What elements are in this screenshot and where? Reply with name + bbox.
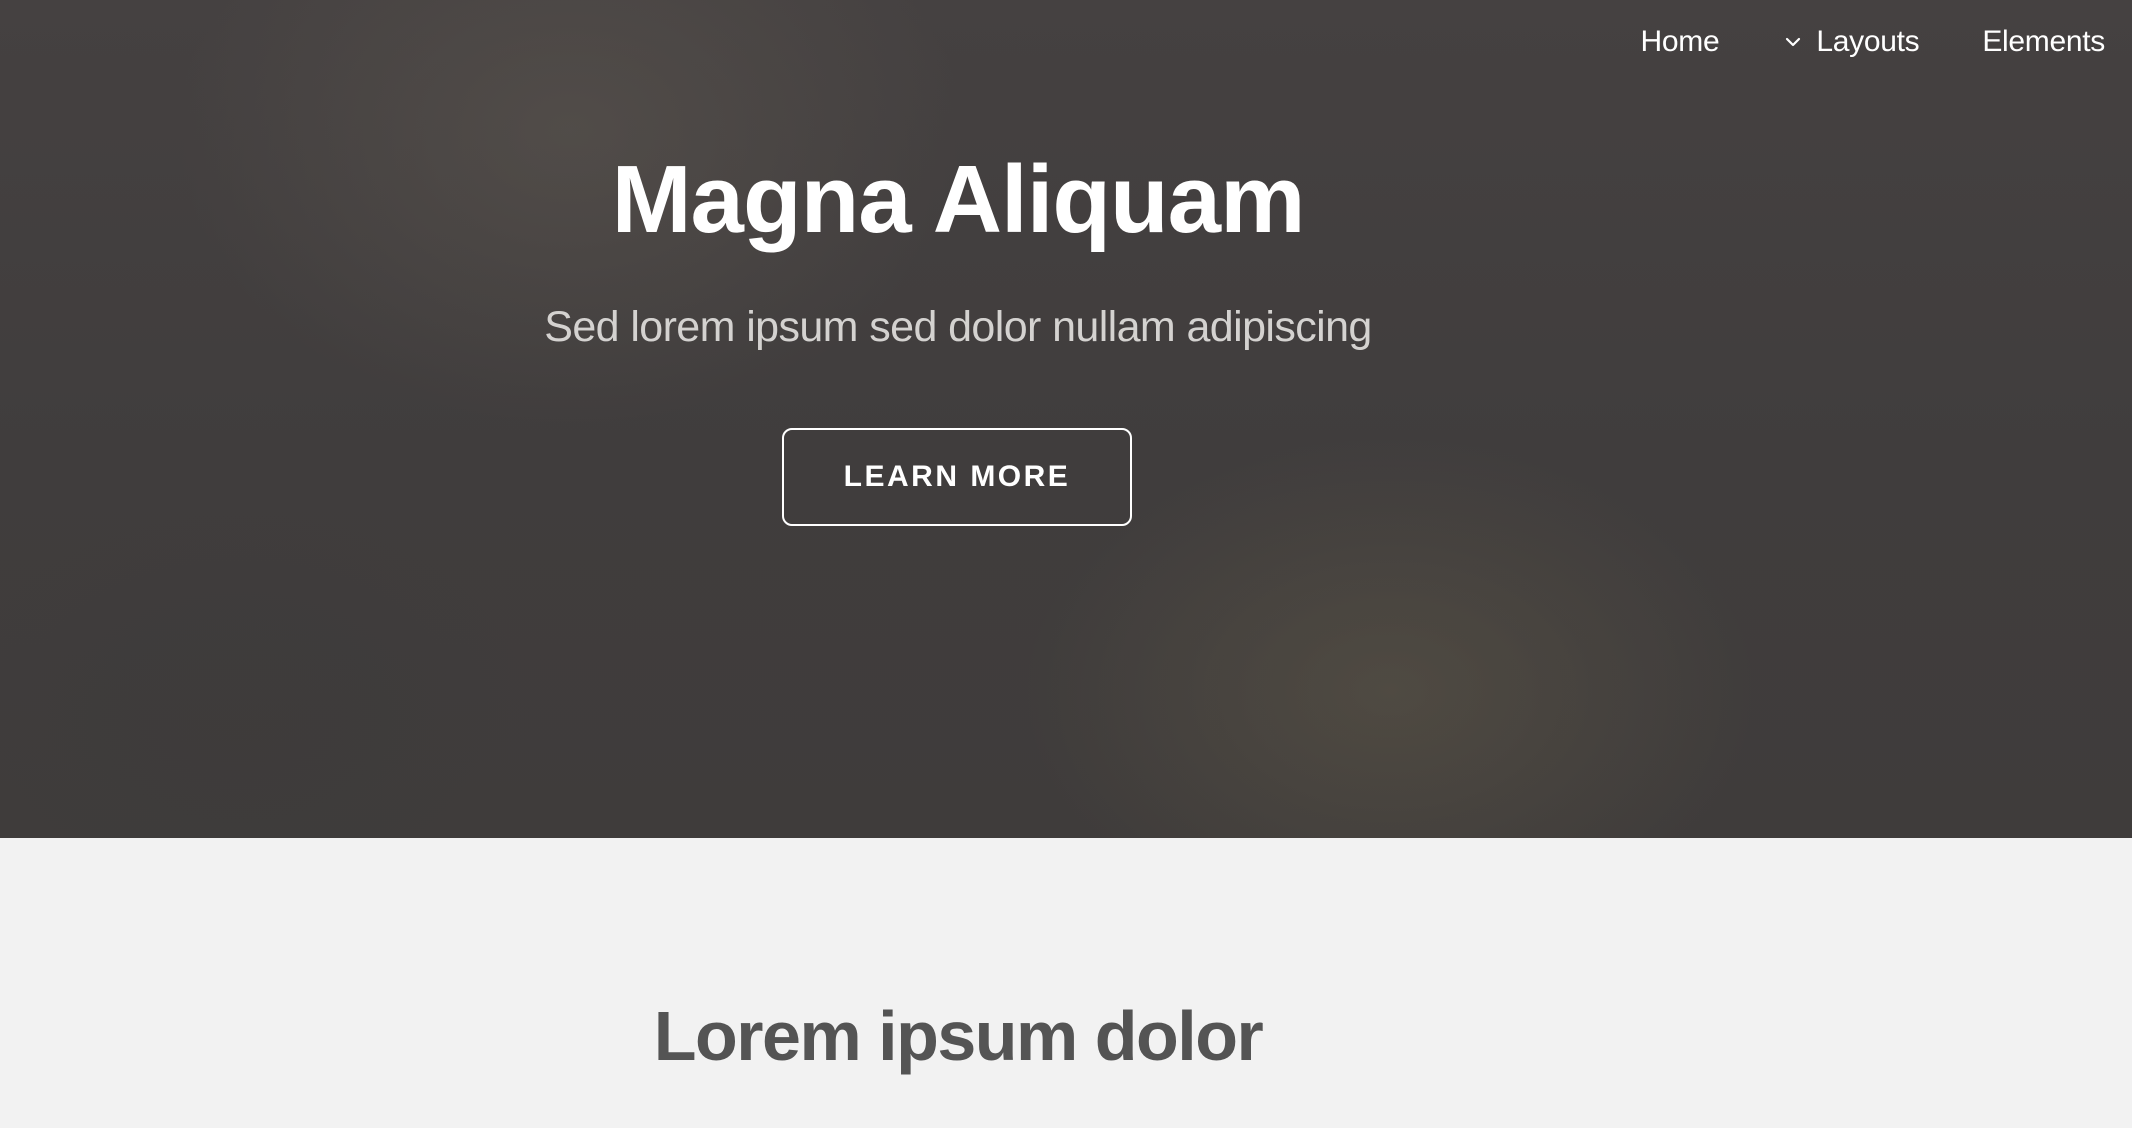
hero-subtitle: Sed lorem ipsum sed dolor nullam adipisc…	[544, 303, 1372, 351]
nav-item-elements[interactable]: Elements	[1982, 25, 2105, 59]
chevron-down-icon	[1786, 37, 1801, 47]
nav-item-home[interactable]: Home	[1641, 25, 1720, 59]
hero-banner: Home Layouts Elements Magna Aliquam Sed …	[0, 0, 2132, 838]
intro-section: Lorem ipsum dolor	[0, 838, 2132, 1128]
hero-title: Magna Aliquam	[611, 146, 1306, 253]
section-title: Lorem ipsum dolor	[653, 997, 1264, 1075]
nav-item-label: Elements	[1982, 25, 2105, 58]
top-navigation: Home Layouts Elements	[1641, 16, 2106, 68]
nav-item-label: Home	[1640, 25, 1720, 58]
learn-more-button[interactable]: LEARN MORE	[782, 428, 1132, 526]
nav-item-layouts[interactable]: Layouts	[1782, 25, 1920, 59]
nav-item-label: Layouts	[1816, 25, 1920, 58]
